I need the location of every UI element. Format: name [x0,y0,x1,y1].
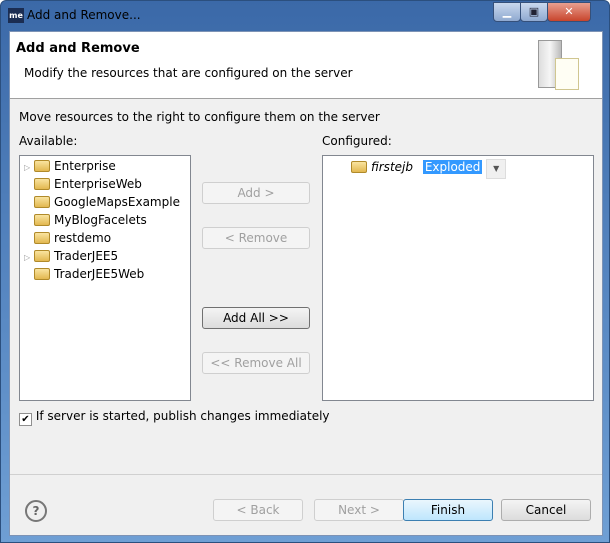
instruction-text: Move resources to the right to configure… [19,110,380,124]
close-button[interactable]: ✕ [547,2,591,22]
mode-select[interactable]: Exploded [422,160,483,174]
checkbox-check-icon[interactable]: ✔ [19,413,32,426]
available-item[interactable]: GoogleMapsExample [24,193,180,211]
add-button[interactable]: Add > [202,182,310,204]
available-item[interactable]: TraderJEE5Web [24,265,144,283]
available-item-label: EnterpriseWeb [54,177,142,191]
page-description: Modify the resources that are configured… [24,66,353,80]
app-logo: me [8,8,24,23]
cancel-button[interactable]: Cancel [501,499,591,521]
configured-item-label: firstejb [371,160,413,174]
chevron-down-icon[interactable]: ▼ [486,159,507,179]
divider [10,474,602,475]
document-icon [555,58,579,90]
project-folder-icon [34,160,50,172]
available-label: Available: [19,134,78,148]
remove-all-button[interactable]: << Remove All [202,352,310,374]
available-item[interactable]: ▷ TraderJEE5 [24,247,118,265]
configured-list[interactable]: firstejb Exploded ▼ [322,155,594,401]
add-all-button[interactable]: Add All >> [202,307,310,329]
available-item[interactable]: MyBlogFacelets [24,211,147,229]
available-item[interactable]: restdemo [24,229,111,247]
next-button[interactable]: Next > [314,499,404,521]
available-item-label: Enterprise [54,159,116,173]
minimize-button[interactable]: ▁ [493,2,521,22]
project-folder-icon [34,196,50,208]
finish-button[interactable]: Finish [403,499,493,521]
project-folder-icon [34,250,50,262]
back-button[interactable]: < Back [213,499,303,521]
available-item-label: TraderJEE5Web [54,267,145,281]
publish-checkbox[interactable]: ✔ If server is started, publish changes … [19,409,330,426]
dialog-window: me Add and Remove... ▁ ▣ ✕ Add and Remov… [0,0,610,543]
available-item[interactable]: EnterpriseWeb [24,175,142,193]
available-item[interactable]: ▷ Enterprise [24,157,116,175]
available-item-label: TraderJEE5 [54,249,119,263]
available-item-label: restdemo [54,231,112,245]
help-icon[interactable]: ? [25,500,47,522]
project-folder-icon [34,178,50,190]
available-list[interactable]: ▷ Enterprise EnterpriseWeb GoogleMapsExampl… [19,155,191,401]
maximize-button[interactable]: ▣ [520,2,548,22]
project-folder-icon [351,161,367,173]
project-folder-icon [34,268,50,280]
project-folder-icon [34,214,50,226]
remove-button[interactable]: < Remove [202,227,310,249]
available-item-label: MyBlogFacelets [54,213,147,227]
configured-label: Configured: [322,134,392,148]
window-title: Add and Remove... [27,8,141,22]
configured-item[interactable]: firstejb Exploded ▼ [351,158,507,179]
publish-checkbox-label: If server is started, publish changes im… [35,409,330,423]
project-folder-icon [34,232,50,244]
page-title: Add and Remove [16,41,140,56]
available-item-label: GoogleMapsExample [54,195,180,209]
header-banner: Add and Remove Modify the resources that… [10,32,602,99]
